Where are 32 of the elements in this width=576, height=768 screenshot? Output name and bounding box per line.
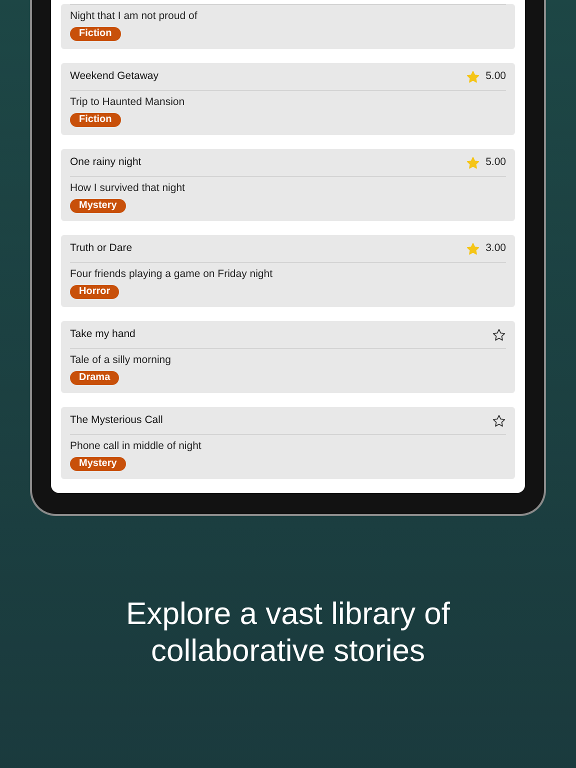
story-title: Weekend Getaway — [70, 68, 159, 84]
story-card[interactable]: Truth or Dare 3.00 Four friends playing a game on Friday night Horror — [61, 235, 515, 307]
genre-tag: Mystery — [70, 457, 126, 471]
genre-tag: Fiction — [70, 27, 121, 41]
filled-star-icon[interactable] — [466, 156, 480, 170]
genre-tag: Horror — [70, 285, 120, 299]
story-card[interactable]: One rainy night 5.00 How I survived that night Mystery — [61, 149, 515, 221]
star-outline-icon[interactable] — [492, 328, 506, 342]
genre-tag: Drama — [70, 371, 120, 385]
star-outline-icon[interactable] — [492, 414, 506, 428]
caption: Explore a vast library of collaborative stories — [125, 595, 451, 669]
story-title: Take my hand — [70, 326, 136, 342]
rating-value: 3.00 — [486, 240, 506, 256]
rating-value: 5.00 — [486, 154, 506, 170]
genre-tag: Fiction — [70, 113, 121, 127]
story-title: One rainy night — [70, 154, 142, 170]
story-description: How I survived that night — [70, 181, 186, 195]
story-title: The Mysterious Call — [70, 412, 163, 428]
genre-tag: Mystery — [70, 199, 126, 213]
story-description: Trip to Haunted Mansion — [70, 95, 186, 109]
filled-star-icon[interactable] — [466, 242, 480, 256]
story-description: Tale of a silly morning — [70, 353, 172, 367]
rating-value: 5.00 — [486, 68, 506, 84]
filled-star-icon[interactable] — [466, 70, 480, 84]
story-card[interactable]: Weekend Getaway 5.00 Trip to Haunted Mansion Fiction — [61, 63, 515, 135]
story-description: Night that I am not proud of — [70, 9, 198, 23]
story-card[interactable]: Take my hand Tale of a silly morning Drama — [61, 321, 515, 393]
story-description: Four friends playing a game on Friday night — [70, 267, 274, 281]
story-card[interactable]: The Mysterious Call Phone call in middle of night Mystery — [61, 407, 515, 479]
story-card[interactable]: Night that I am not proud of Fiction — [61, 4, 515, 49]
story-title: Truth or Dare — [70, 240, 132, 256]
story-description: Phone call in middle of night — [70, 439, 202, 453]
